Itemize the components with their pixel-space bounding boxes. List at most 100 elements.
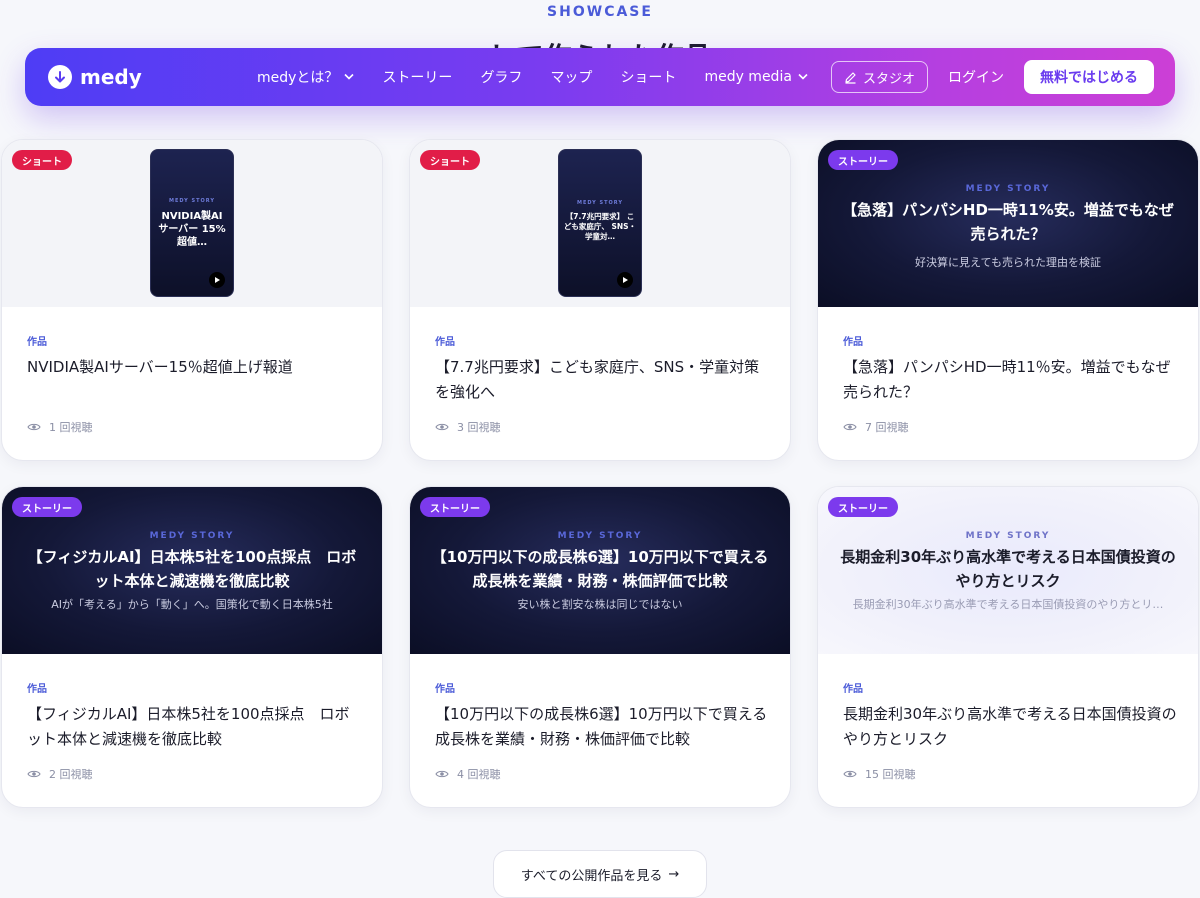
nav-item-story[interactable]: ストーリー — [382, 67, 452, 87]
nav-item-label: グラフ — [480, 70, 523, 86]
nav-item-map[interactable]: マップ — [550, 67, 592, 87]
type-badge: ストーリー — [828, 497, 898, 517]
play-icon[interactable] — [617, 272, 633, 288]
card-thumbnail: ストーリー MEDY STORY 【急落】パンパシHD一時11%安。増益でもなぜ… — [818, 140, 1198, 307]
view-count-text: 3 回視聴 — [457, 421, 501, 434]
eye-icon — [27, 423, 41, 431]
work-card[interactable]: ストーリー MEDY STORY 【フィジカルAI】日本株5社を100点採点 ロ… — [1, 486, 383, 808]
card-label: 作品 — [843, 337, 863, 348]
story-subtitle: 長期金利30年ぶり高水準で考える日本国債投資のやり方とリ… — [852, 598, 1164, 611]
top-navbar: medy medyとは？ ストーリー グラフ マップ ショート medy med… — [25, 48, 1175, 106]
nav-item-label: medyとは？ — [257, 70, 339, 86]
start-free-button[interactable]: 無料ではじめる — [1024, 60, 1154, 94]
studio-button[interactable]: スタジオ — [830, 61, 928, 93]
nav-item-media[interactable]: medy media — [704, 69, 808, 85]
short-video-preview: MEDY STORY 【7.7兆円要求】 こども家庭庁、 SNS・学童対… — [558, 149, 642, 297]
work-card[interactable]: ストーリー MEDY STORY 長期金利30年ぶり高水準で考える日本国債投資の… — [817, 486, 1199, 808]
view-count-text: 1 回視聴 — [49, 421, 93, 434]
card-body: 作品 【7.7兆円要求】こども家庭庁、SNS・学童対策を強化へ 3 回視聴 — [410, 307, 790, 460]
arrow-right-icon: → — [668, 866, 680, 882]
story-subtitle: AIが「考える」から「動く」へ。国策化で動く日本株5社 — [51, 598, 333, 611]
short-video-preview: MEDY STORY NVIDIA製AI サーバー 15%超値… — [150, 149, 234, 297]
view-count-text: 7 回視聴 — [865, 421, 909, 434]
card-body: 作品 【フィジカルAI】日本株5社を100点採点 ロボット本体と減速機を徹底比較… — [2, 654, 382, 807]
type-badge: ショート — [420, 150, 480, 170]
eye-icon — [843, 423, 857, 431]
card-label: 作品 — [843, 684, 863, 695]
work-card[interactable]: MEDY STORY 【7.7兆円要求】 こども家庭庁、 SNS・学童対… ショ… — [409, 139, 791, 461]
story-title: 長期金利30年ぶり高水準で考える日本国債投資のやり方とリスク — [840, 548, 1176, 590]
type-badge: ストーリー — [420, 497, 490, 517]
phone-eyebrow: MEDY STORY — [577, 200, 623, 206]
story-eyebrow: MEDY STORY — [965, 184, 1051, 194]
card-body: 作品 NVIDIA製AIサーバー15％超値上げ報道 1 回視聴 — [2, 307, 382, 460]
card-title[interactable]: 【7.7兆円要求】こども家庭庁、SNS・学童対策を強化へ — [435, 355, 772, 405]
card-label: 作品 — [435, 684, 455, 695]
chevron-down-icon — [344, 72, 355, 83]
pencil-icon — [845, 71, 856, 84]
eye-icon — [435, 770, 449, 778]
type-badge: ストーリー — [828, 150, 898, 170]
view-count: 4 回視聴 — [435, 766, 501, 782]
brand-name: medy — [80, 65, 142, 89]
card-title[interactable]: 長期金利30年ぶり高水準で考える日本国債投資のやり方とリスク — [843, 702, 1180, 752]
story-title: 【10万円以下の成長株6選】10万円以下で買える成長株を業績・財務・株価評価で比… — [431, 548, 769, 590]
phone-eyebrow: MEDY STORY — [169, 198, 215, 204]
play-icon[interactable] — [209, 272, 225, 288]
phone-title: NVIDIA製AI サーバー 15%超値… — [158, 211, 226, 248]
type-badge: ショート — [12, 150, 72, 170]
story-eyebrow: MEDY STORY — [149, 531, 235, 541]
brand-logo[interactable]: medy — [48, 65, 142, 89]
nav-item-label: medy media — [704, 69, 792, 85]
studio-label: スタジオ — [862, 71, 915, 87]
story-title: 【フィジカルAI】日本株5社を100点採点 ロボット本体と減速機を徹底比較 — [27, 548, 357, 590]
card-thumbnail: ストーリー MEDY STORY 【フィジカルAI】日本株5社を100点採点 ロ… — [2, 487, 382, 654]
view-all-works-button[interactable]: すべての公開作品を見る → — [493, 850, 707, 898]
story-eyebrow: MEDY STORY — [965, 531, 1051, 541]
card-thumbnail: MEDY STORY 【7.7兆円要求】 こども家庭庁、 SNS・学童対… ショ… — [410, 140, 790, 307]
nav-item-label: マップ — [550, 70, 593, 86]
nav-item-graph[interactable]: グラフ — [480, 67, 522, 87]
story-subtitle: 好決算に見えても売られた理由を検証 — [915, 256, 1101, 269]
card-thumbnail: MEDY STORY NVIDIA製AI サーバー 15%超値… ショート — [2, 140, 382, 307]
nav-item-label: ショート — [620, 70, 677, 86]
phone-title: 【7.7兆円要求】 こども家庭庁、 SNS・学童対… — [563, 212, 637, 241]
nav-item-label: ストーリー — [382, 70, 453, 86]
nav-actions: スタジオ ログイン 無料ではじめる — [830, 48, 1154, 106]
work-card[interactable]: ストーリー MEDY STORY 【急落】パンパシHD一時11%安。増益でもなぜ… — [817, 139, 1199, 461]
view-count-text: 2 回視聴 — [49, 768, 93, 781]
card-thumbnail: ストーリー MEDY STORY 【10万円以下の成長株6選】10万円以下で買え… — [410, 487, 790, 654]
card-label: 作品 — [27, 684, 47, 695]
card-body: 作品 長期金利30年ぶり高水準で考える日本国債投資のやり方とリスク 15 回視聴 — [818, 654, 1198, 807]
card-body: 作品 【10万円以下の成長株6選】10万円以下で買える成長株を業績・財務・株価評… — [410, 654, 790, 807]
view-count-text: 4 回視聴 — [457, 768, 501, 781]
work-card[interactable]: ストーリー MEDY STORY 【10万円以下の成長株6選】10万円以下で買え… — [409, 486, 791, 808]
nav-links: medyとは？ ストーリー グラフ マップ ショート medy media — [257, 48, 836, 106]
type-badge: ストーリー — [12, 497, 82, 517]
story-eyebrow: MEDY STORY — [557, 531, 643, 541]
story-title: 【急落】パンパシHD一時11%安。増益でもなぜ売られた？ — [842, 201, 1174, 243]
card-title[interactable]: 【フィジカルAI】日本株5社を100点採点 ロボット本体と減速機を徹底比較 — [27, 702, 364, 752]
card-label: 作品 — [435, 337, 455, 348]
card-title[interactable]: NVIDIA製AIサーバー15％超値上げ報道 — [27, 355, 364, 380]
eye-icon — [843, 770, 857, 778]
card-title[interactable]: 【急落】パンパシHD一時11％安。増益でもなぜ売られた？ — [843, 355, 1180, 405]
view-count: 2 回視聴 — [27, 766, 93, 782]
nav-item-about[interactable]: medyとは？ — [257, 67, 355, 87]
eye-icon — [435, 423, 449, 431]
card-body: 作品 【急落】パンパシHD一時11％安。増益でもなぜ売られた？ 7 回視聴 — [818, 307, 1198, 460]
card-title[interactable]: 【10万円以下の成長株6選】10万円以下で買える成長株を業績・財務・株価評価で比… — [435, 702, 772, 752]
login-link[interactable]: ログイン — [948, 67, 1004, 87]
card-thumbnail: ストーリー MEDY STORY 長期金利30年ぶり高水準で考える日本国債投資の… — [818, 487, 1198, 654]
section-eyebrow: SHOWCASE — [547, 4, 653, 20]
view-count: 1 回視聴 — [27, 419, 93, 435]
card-label: 作品 — [27, 337, 47, 348]
download-arrow-icon — [48, 65, 72, 89]
work-card[interactable]: MEDY STORY NVIDIA製AI サーバー 15%超値… ショート 作品… — [1, 139, 383, 461]
eye-icon — [27, 770, 41, 778]
view-count: 7 回視聴 — [843, 419, 909, 435]
view-all-label: すべての公開作品を見る — [520, 868, 663, 884]
chevron-down-icon — [798, 72, 808, 83]
story-subtitle: 安い株と割安な株は同じではない — [517, 598, 683, 611]
nav-item-short[interactable]: ショート — [620, 67, 676, 87]
